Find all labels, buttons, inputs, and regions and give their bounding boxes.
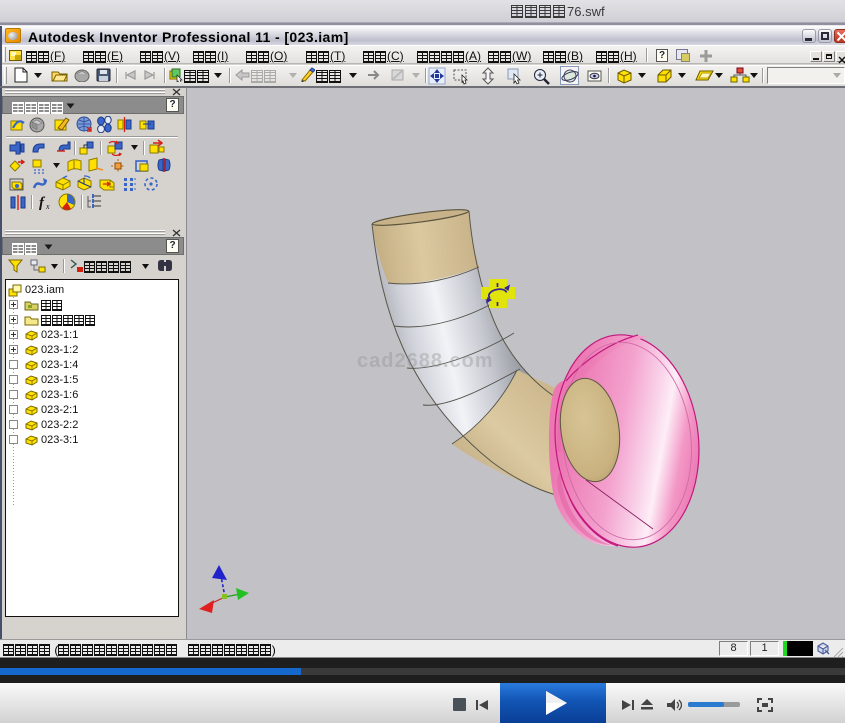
svg-text:f: f — [39, 195, 46, 211]
svg-text:x: x — [45, 202, 50, 211]
svg-text:cad2688.com: cad2688.com — [357, 350, 494, 372]
